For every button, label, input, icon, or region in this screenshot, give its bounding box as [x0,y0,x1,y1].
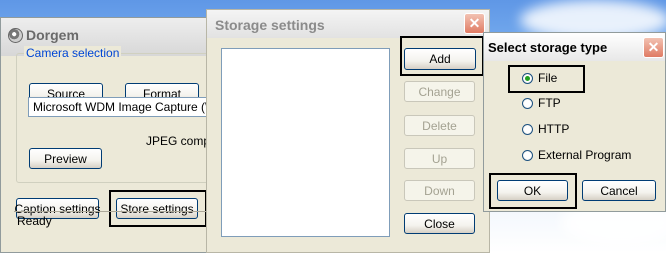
webcam-icon [8,28,23,43]
preview-button[interactable]: Preview [29,148,102,169]
up-button[interactable]: Up [404,148,475,169]
select-storage-type-title-bar[interactable]: Select storage type [484,33,665,61]
storage-settings-title: Storage settings [215,17,325,33]
close-icon[interactable]: ✕ [643,37,664,58]
storage-type-option-ftp[interactable]: FTP [522,95,561,111]
delete-button[interactable]: Delete [404,115,475,136]
close-icon[interactable]: ✕ [464,13,485,34]
radio-unchecked-icon [522,149,533,161]
storage-settings-title-bar[interactable]: Storage settings [207,10,489,38]
option-label: File [538,71,558,85]
capture-device-select[interactable]: Microsoft WDM Image Capture (Win32) [28,97,216,117]
cancel-button[interactable]: Cancel [582,180,656,201]
storage-type-option-http[interactable]: HTTP [522,121,569,137]
storage-type-option-file[interactable]: File [522,70,557,86]
dorgem-window-title: Dorgem [26,27,79,43]
down-button[interactable]: Down [404,180,475,201]
status-bar: Ready [14,211,216,236]
ok-button[interactable]: OK [497,180,568,201]
status-text: Ready [17,214,52,228]
camera-selection-label: Camera selection [24,46,122,60]
close-button[interactable]: Close [404,213,475,234]
option-label: External Program [538,148,632,162]
option-label: FTP [538,96,561,110]
select-storage-type-title: Select storage type [488,40,608,55]
option-label: HTTP [538,122,570,136]
change-button[interactable]: Change [404,81,475,102]
storage-list[interactable] [221,48,390,237]
storage-type-option-external-program[interactable]: External Program [522,147,631,163]
radio-checked-icon [522,72,533,84]
add-button[interactable]: Add [404,48,476,70]
radio-unchecked-icon [522,97,533,109]
radio-unchecked-icon [522,123,533,135]
